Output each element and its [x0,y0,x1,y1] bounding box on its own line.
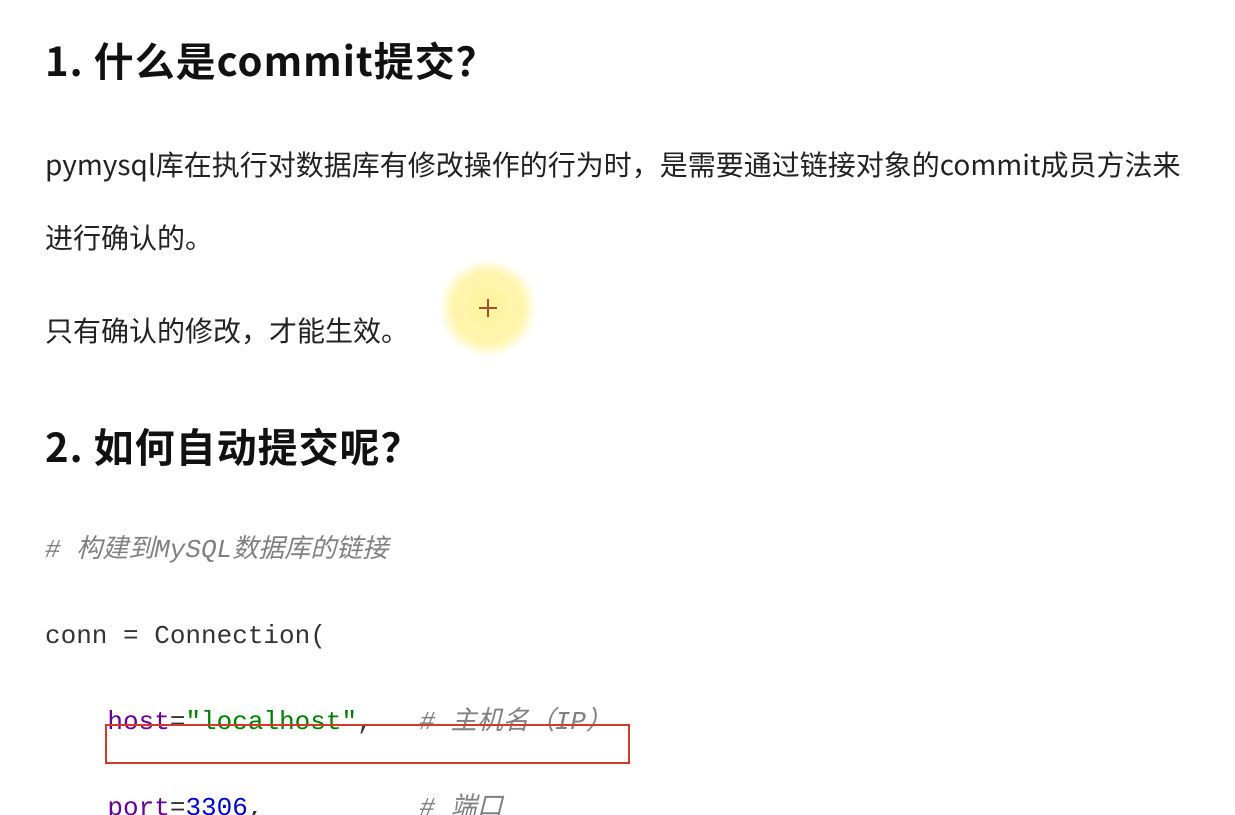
code-line-comment-top: # 构建到MySQL数据库的链接 [45,529,1190,572]
section-1-paragraph-1: pymysql库在执行对数据库有修改操作的行为时，是需要通过链接对象的commi… [45,128,1190,274]
code-block: # 构建到MySQL数据库的链接 conn = Connection( host… [45,486,1190,815]
code-val-port: 3306 [185,793,247,815]
code-param-host: host [107,707,169,737]
section-2-heading: 2. 如何自动提交呢？ [45,416,1190,474]
section-1-paragraph-2: 只有确认的修改，才能生效。 [45,294,1190,367]
document-page: 1. 什么是commit提交？ pymysql库在执行对数据库有修改操作的行为时… [0,0,1235,815]
code-comment-top: # 构建到MySQL数据库的链接 [45,535,388,565]
code-comment-port: # 端口 [420,793,503,815]
code-comment-host: # 主机名（IP） [420,707,612,737]
code-val-host: "localhost" [185,707,357,737]
code-line-conn: conn = Connection( [45,615,1190,658]
code-line-host: host="localhost", # 主机名（IP） [45,701,1190,744]
section-1-heading: 1. 什么是commit提交？ [45,30,1190,88]
code-conn-open: conn = Connection( [45,621,326,651]
code-param-port: port [107,793,169,815]
code-line-port: port=3306, # 端口 [45,787,1190,815]
